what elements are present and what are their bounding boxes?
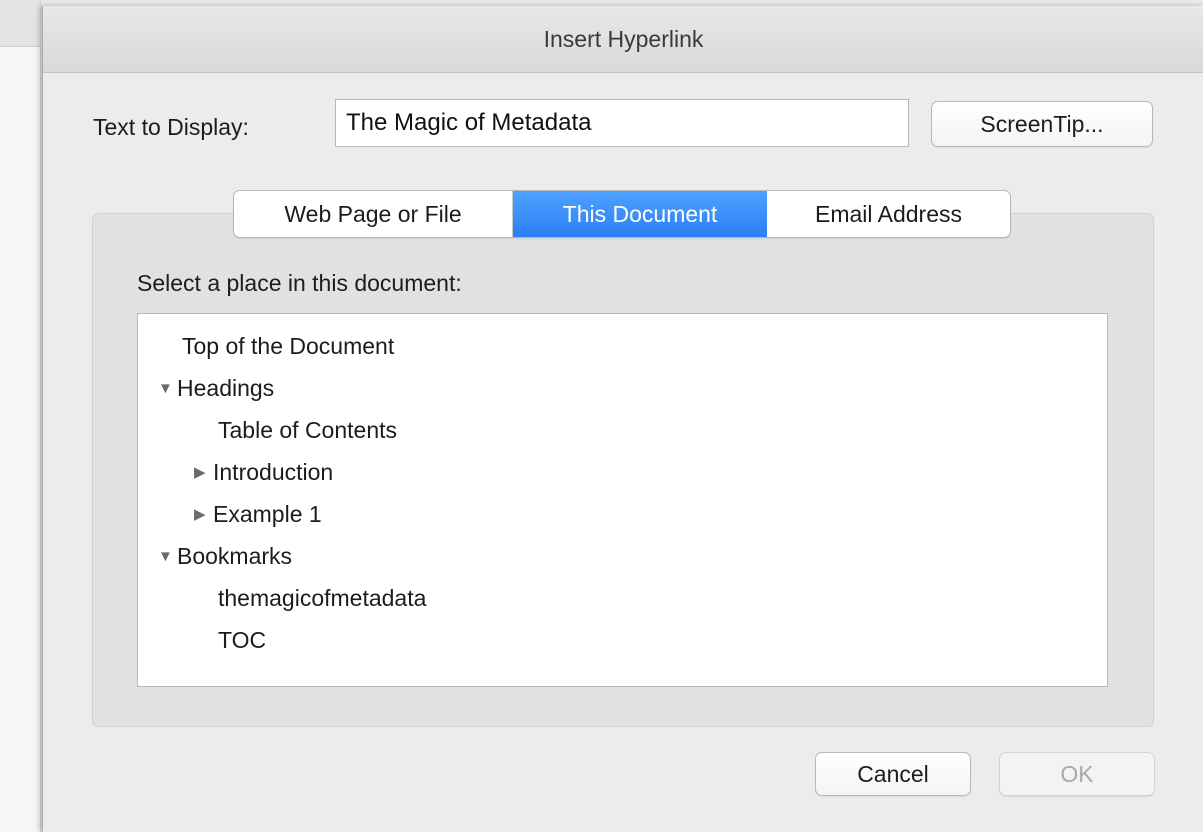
select-place-label: Select a place in this document: xyxy=(137,270,462,296)
ok-button[interactable]: OK xyxy=(999,752,1155,796)
tree-item-label: Headings xyxy=(177,374,275,401)
dialog-title: Insert Hyperlink xyxy=(543,25,704,52)
screen: Insert Hyperlink Text to Display: Screen… xyxy=(0,0,1203,832)
triangle-down-icon[interactable]: ▼ xyxy=(158,548,174,565)
tree-item-introduction[interactable]: ▶ Introduction xyxy=(194,454,333,490)
document-places-tree[interactable]: Top of the Document ▼ Headings Table of … xyxy=(137,313,1108,687)
tree-item-bookmark-themagicofmetadata[interactable]: themagicofmetadata xyxy=(218,580,426,616)
tree-item-bookmark-toc[interactable]: TOC xyxy=(218,622,266,658)
tree-item-bookmarks[interactable]: ▼ Bookmarks xyxy=(158,538,292,574)
tree-item-table-of-contents[interactable]: Table of Contents xyxy=(218,412,397,448)
background-window xyxy=(0,0,41,832)
text-to-display-input[interactable] xyxy=(335,99,909,147)
insert-hyperlink-dialog: Insert Hyperlink Text to Display: Screen… xyxy=(42,6,1203,832)
tree-item-label: Top of the Document xyxy=(182,332,395,359)
triangle-right-icon[interactable]: ▶ xyxy=(194,505,210,523)
tree-item-label: TOC xyxy=(218,626,267,653)
tab-web-page-or-file[interactable]: Web Page or File xyxy=(234,191,513,237)
tree-item-label: Introduction xyxy=(213,458,334,485)
tab-email-address[interactable]: Email Address xyxy=(767,191,1010,237)
triangle-down-icon[interactable]: ▼ xyxy=(158,380,174,397)
tree-item-example-1[interactable]: ▶ Example 1 xyxy=(194,496,322,532)
background-window-toolbar xyxy=(0,0,40,47)
triangle-right-icon[interactable]: ▶ xyxy=(194,463,210,481)
screentip-button[interactable]: ScreenTip... xyxy=(931,101,1153,147)
text-to-display-label: Text to Display: xyxy=(93,114,249,140)
tree-item-label: Bookmarks xyxy=(177,542,293,569)
tree-item-label: Table of Contents xyxy=(218,416,398,443)
tab-this-document[interactable]: This Document xyxy=(513,191,767,237)
link-type-tabs: Web Page or File This Document Email Add… xyxy=(233,190,1011,238)
tree-item-label: themagicofmetadata xyxy=(218,584,427,611)
cancel-button[interactable]: Cancel xyxy=(815,752,971,796)
dialog-titlebar[interactable]: Insert Hyperlink xyxy=(43,6,1203,73)
tree-item-label: Example 1 xyxy=(213,500,322,527)
tree-item-top-of-document[interactable]: Top of the Document xyxy=(182,328,394,364)
tree-item-headings[interactable]: ▼ Headings xyxy=(158,370,274,406)
